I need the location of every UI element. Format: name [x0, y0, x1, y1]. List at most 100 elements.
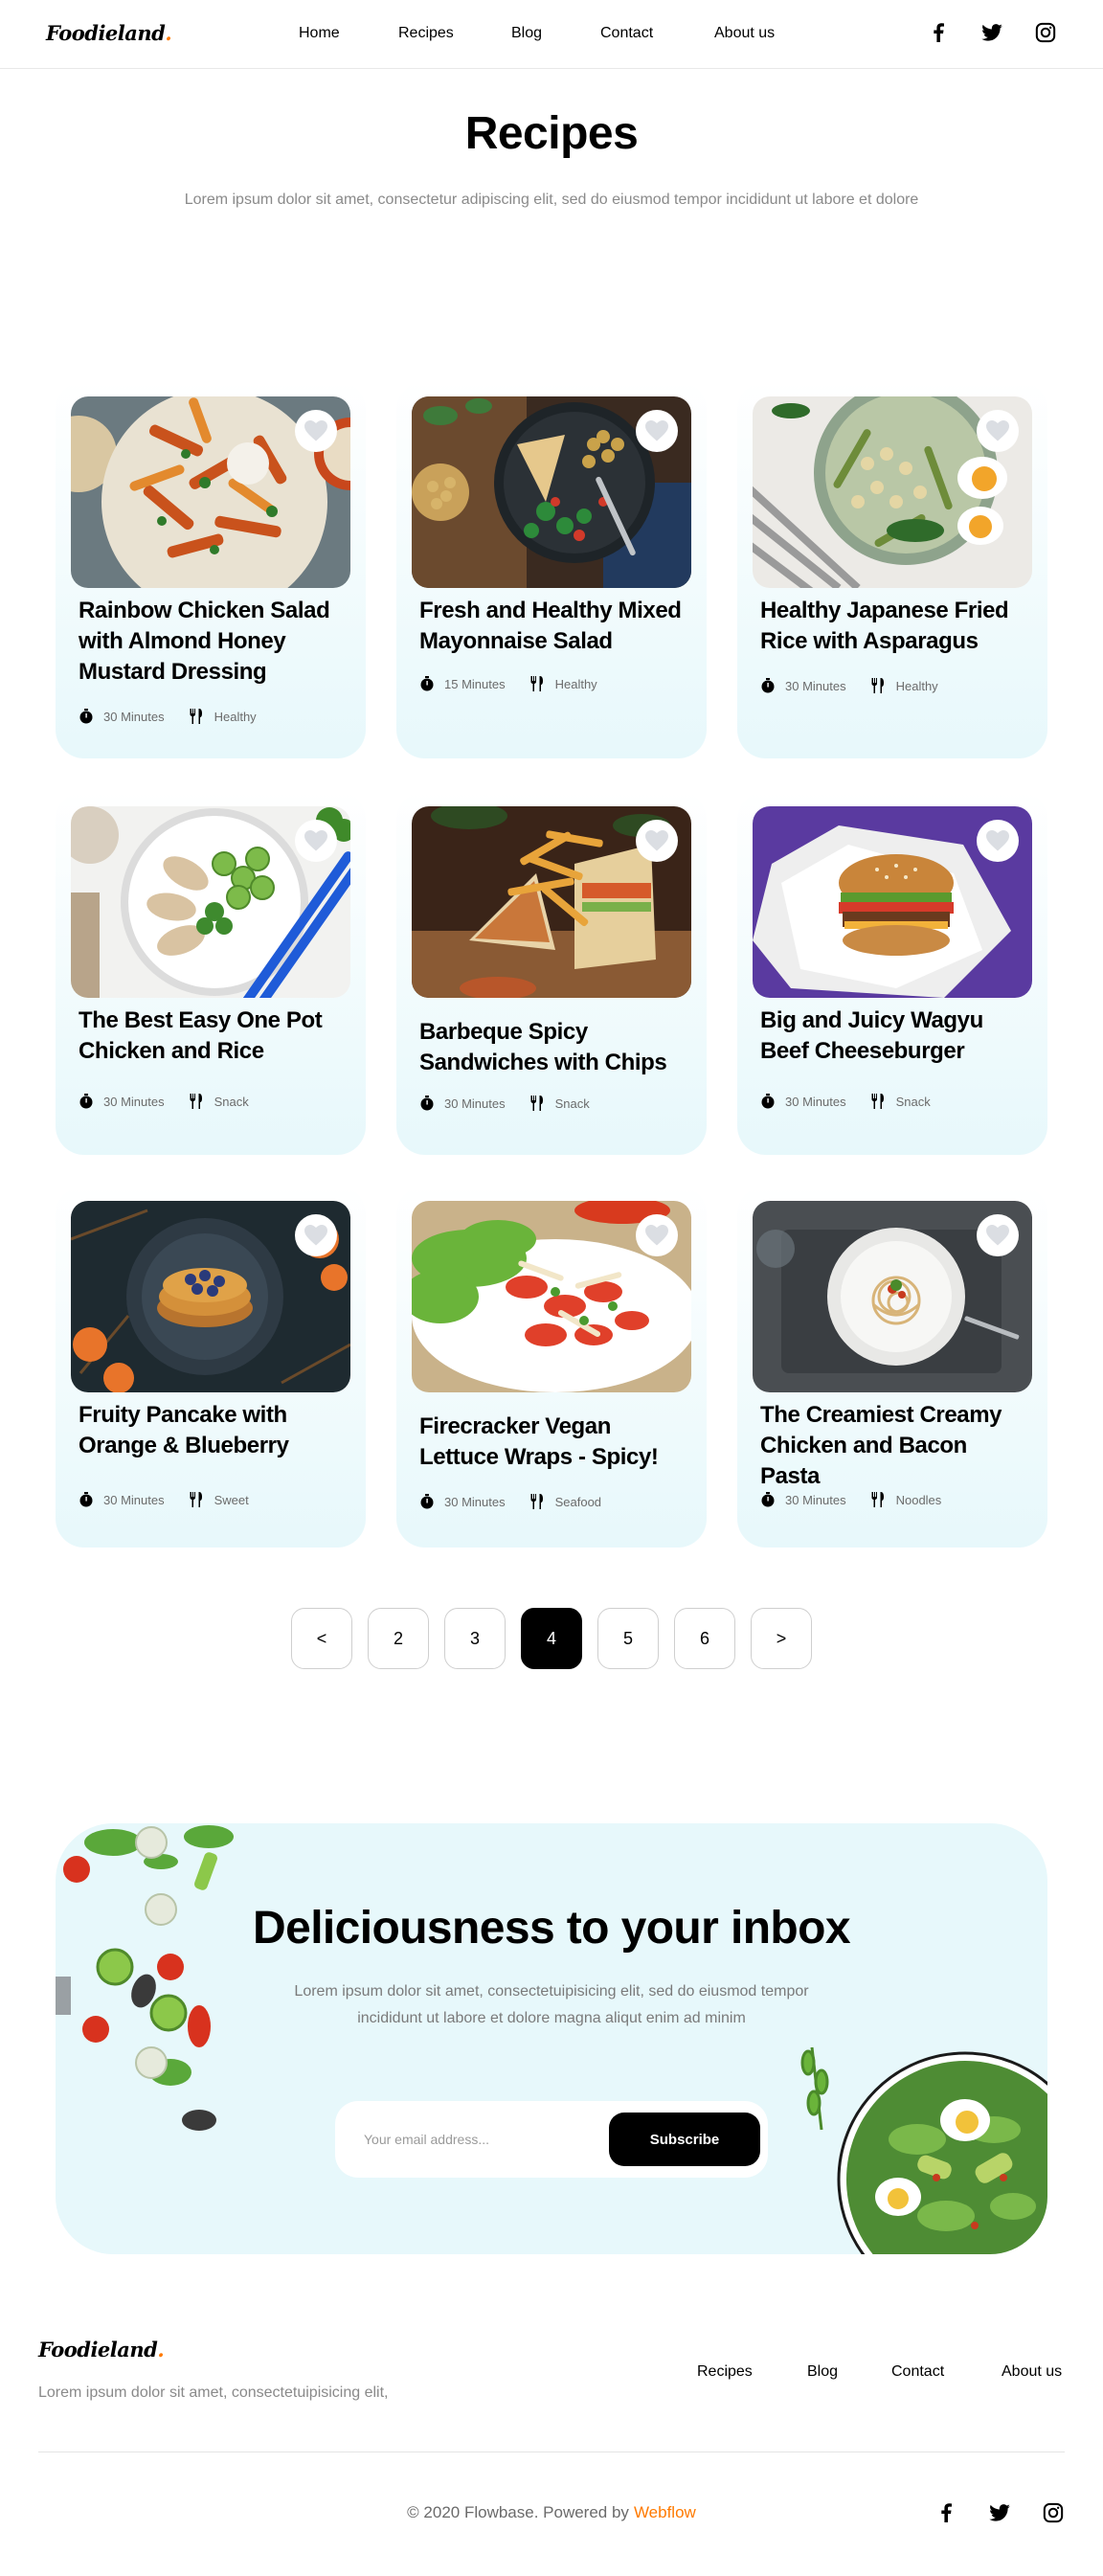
- recipe-image: [71, 1201, 350, 1392]
- email-input[interactable]: [364, 2124, 594, 2155]
- page-button-current[interactable]: 4: [521, 1608, 582, 1669]
- footer-logo-text: Foodieland: [38, 2338, 158, 2361]
- nav-blog[interactable]: Blog: [511, 25, 542, 42]
- fork-knife-icon: [530, 1096, 546, 1111]
- recipe-title[interactable]: Fruity Pancake with Orange & Blueberry: [79, 1400, 350, 1461]
- recipe-card[interactable]: Fruity Pancake with Orange & Blueberry 3…: [56, 1186, 366, 1548]
- fork-knife-icon: [530, 1494, 546, 1509]
- favorite-button[interactable]: [295, 1214, 337, 1256]
- recipe-title[interactable]: Rainbow Chicken Salad with Almond Honey …: [79, 596, 350, 688]
- nav-recipes[interactable]: Recipes: [398, 25, 454, 42]
- heart-icon: [304, 830, 327, 851]
- favorite-button[interactable]: [636, 1214, 678, 1256]
- recipe-title[interactable]: Fresh and Healthy Mixed Mayonnaise Salad: [419, 596, 691, 657]
- site-header: Foodieland. Home Recipes Blog Contact Ab…: [0, 0, 1103, 69]
- footer-logo[interactable]: Foodieland.: [38, 2338, 165, 2361]
- recipe-meta: 30 Minutes Snack: [760, 1094, 931, 1109]
- recipe-meta: 30 Minutes Snack: [419, 1096, 590, 1111]
- recipe-card[interactable]: Rainbow Chicken Salad with Almond Honey …: [56, 381, 366, 758]
- vegetables-illustration: [56, 1825, 234, 2131]
- fork-knife-icon: [190, 1094, 205, 1109]
- recipe-image: [753, 1201, 1032, 1392]
- header-social: [896, 21, 1057, 44]
- page-button[interactable]: 6: [674, 1608, 735, 1669]
- heart-icon: [304, 420, 327, 441]
- salad-bowl-illustration: [800, 2046, 1047, 2254]
- heart-icon: [986, 1225, 1009, 1246]
- twitter-icon[interactable]: [980, 21, 1003, 44]
- recipe-time: 30 Minutes: [444, 1096, 506, 1111]
- recipe-time: 30 Minutes: [785, 1094, 846, 1109]
- twitter-icon[interactable]: [988, 2501, 1011, 2524]
- footer-nav-recipes[interactable]: Recipes: [697, 2363, 753, 2381]
- recipe-category: Healthy: [895, 678, 938, 693]
- favorite-button[interactable]: [977, 1214, 1019, 1256]
- facebook-icon[interactable]: [934, 2501, 957, 2524]
- recipe-category: Snack: [214, 1094, 249, 1109]
- footer-nav-blog[interactable]: Blog: [807, 2363, 838, 2381]
- favorite-button[interactable]: [295, 410, 337, 452]
- recipe-title[interactable]: Healthy Japanese Fried Rice with Asparag…: [760, 596, 1032, 657]
- nav-about[interactable]: About us: [714, 25, 775, 42]
- timer-icon: [419, 1096, 435, 1111]
- fork-knife-icon: [190, 1492, 205, 1507]
- recipe-card[interactable]: Healthy Japanese Fried Rice with Asparag…: [737, 381, 1047, 758]
- recipe-card[interactable]: Barbeque Spicy Sandwiches with Chips 30 …: [396, 791, 707, 1155]
- recipe-image: [71, 806, 350, 998]
- heart-icon: [986, 830, 1009, 851]
- recipe-card[interactable]: Fresh and Healthy Mixed Mayonnaise Salad…: [396, 381, 707, 758]
- next-page-button[interactable]: >: [751, 1608, 812, 1669]
- recipe-card[interactable]: Firecracker Vegan Lettuce Wraps - Spicy!…: [396, 1186, 707, 1548]
- recipe-card[interactable]: The Best Easy One Pot Chicken and Rice 3…: [56, 791, 366, 1155]
- timer-icon: [760, 678, 776, 693]
- favorite-button[interactable]: [295, 820, 337, 862]
- recipe-title[interactable]: Big and Juicy Wagyu Beef Cheeseburger: [760, 1006, 1032, 1067]
- recipe-category: Sweet: [214, 1492, 249, 1507]
- timer-icon: [79, 1492, 94, 1507]
- page-button[interactable]: 3: [444, 1608, 506, 1669]
- instagram-icon[interactable]: [1042, 2501, 1065, 2524]
- footer-logo-dot: .: [157, 2338, 165, 2361]
- favorite-button[interactable]: [636, 820, 678, 862]
- recipe-image: [412, 396, 691, 588]
- prev-page-button[interactable]: <: [291, 1608, 352, 1669]
- recipe-title[interactable]: Barbeque Spicy Sandwiches with Chips: [419, 1017, 691, 1078]
- recipe-title[interactable]: The Creamiest Creamy Chicken and Bacon P…: [760, 1400, 1032, 1492]
- fork-knife-icon: [871, 1094, 887, 1109]
- recipe-meta: 30 Minutes Healthy: [760, 678, 938, 693]
- instagram-icon[interactable]: [1034, 21, 1057, 44]
- recipe-time: 15 Minutes: [444, 676, 506, 691]
- favorite-button[interactable]: [977, 410, 1019, 452]
- recipe-image: [412, 1201, 691, 1392]
- heart-icon: [304, 1225, 327, 1246]
- recipe-title[interactable]: Firecracker Vegan Lettuce Wraps - Spicy!: [419, 1412, 691, 1473]
- facebook-icon[interactable]: [927, 21, 950, 44]
- recipe-category: Snack: [895, 1094, 931, 1109]
- favorite-button[interactable]: [977, 820, 1019, 862]
- recipe-time: 30 Minutes: [785, 678, 846, 693]
- fork-knife-icon: [190, 709, 205, 724]
- copyright-text: © 2020 Flowbase. Powered by: [407, 2503, 629, 2521]
- recipe-meta: 30 Minutes Healthy: [79, 709, 257, 724]
- recipe-time: 30 Minutes: [444, 1494, 506, 1509]
- recipe-card[interactable]: The Creamiest Creamy Chicken and Bacon P…: [737, 1186, 1047, 1548]
- recipe-image: [412, 806, 691, 998]
- pagination: < 2 3 4 5 6 >: [291, 1608, 827, 1669]
- nav-contact[interactable]: Contact: [600, 25, 653, 42]
- recipe-title[interactable]: The Best Easy One Pot Chicken and Rice: [79, 1006, 350, 1067]
- footer-nav-about[interactable]: About us: [1002, 2363, 1062, 2381]
- webflow-link[interactable]: Webflow: [634, 2503, 696, 2521]
- recipe-time: 30 Minutes: [785, 1492, 846, 1507]
- timer-icon: [760, 1094, 776, 1109]
- page-button[interactable]: 5: [597, 1608, 659, 1669]
- recipe-card[interactable]: Big and Juicy Wagyu Beef Cheeseburger 30…: [737, 791, 1047, 1155]
- favorite-button[interactable]: [636, 410, 678, 452]
- recipe-time: 30 Minutes: [103, 1094, 165, 1109]
- footer-nav-contact[interactable]: Contact: [891, 2363, 944, 2381]
- nav-home[interactable]: Home: [299, 25, 340, 42]
- recipe-category: Seafood: [554, 1494, 602, 1509]
- page-button[interactable]: 2: [368, 1608, 429, 1669]
- timer-icon: [79, 1094, 94, 1109]
- footer-social: [904, 2501, 1065, 2524]
- recipe-image: [753, 806, 1032, 998]
